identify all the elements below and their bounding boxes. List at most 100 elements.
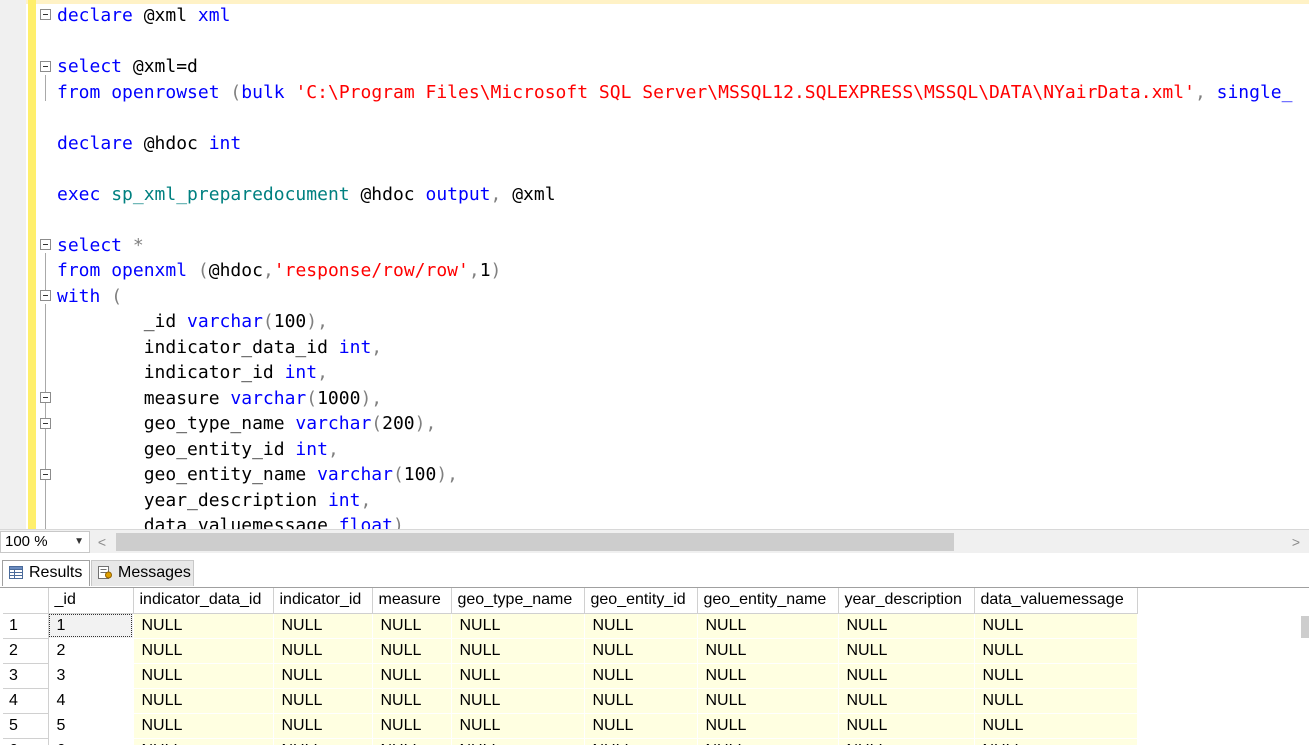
column-header[interactable]: _id	[48, 588, 134, 614]
grid-cell[interactable]: NULL	[451, 663, 585, 689]
grid-cell[interactable]: NULL	[584, 613, 698, 639]
chevron-down-icon[interactable]: ▼	[74, 532, 84, 552]
row-number[interactable]: 6	[3, 738, 49, 745]
code-line[interactable]: exec sp_xml_preparedocument @hdoc output…	[57, 182, 1292, 208]
code-line[interactable]: select @xml=d	[57, 54, 1292, 80]
collapse-toggle-icon[interactable]	[40, 418, 51, 429]
grid-cell[interactable]: NULL	[697, 738, 839, 745]
grid-cell[interactable]: 5	[48, 713, 134, 739]
column-header[interactable]: geo_entity_name	[697, 588, 839, 614]
column-header[interactable]: geo_entity_id	[584, 588, 698, 614]
code-line[interactable]	[57, 207, 1292, 233]
collapse-toggle-icon[interactable]	[40, 392, 51, 403]
collapse-toggle-icon[interactable]	[40, 9, 51, 20]
grid-cell[interactable]: NULL	[584, 638, 698, 664]
grid-cell[interactable]: NULL	[451, 613, 585, 639]
row-number[interactable]: 4	[3, 688, 49, 714]
tab-results[interactable]: Results	[2, 560, 90, 586]
column-header[interactable]: measure	[372, 588, 452, 614]
grid-cell[interactable]: NULL	[697, 688, 839, 714]
grid-cell[interactable]: NULL	[133, 638, 274, 664]
grid-cell[interactable]: NULL	[838, 738, 975, 745]
code-line[interactable]: declare @xml xml	[57, 3, 1292, 29]
query-editor[interactable]: declare @xml xml select @xml=d from openr…	[0, 0, 1309, 529]
grid-cell[interactable]: NULL	[372, 713, 452, 739]
grid-cell[interactable]: 3	[48, 663, 134, 689]
grid-cell[interactable]: NULL	[372, 688, 452, 714]
grid-cell[interactable]: 4	[48, 688, 134, 714]
results-grid[interactable]: _id indicator_data_id indicator_id measure g…	[0, 587, 1309, 745]
grid-cell[interactable]: NULL	[273, 688, 373, 714]
grid-cell[interactable]: 6	[48, 738, 134, 745]
table-row[interactable]: 5 5 NULL NULL NULL NULL NULL NULL NULL NULL	[3, 713, 1138, 739]
table-row[interactable]: 66NULLNULLNULLNULLNULLNULLNULLNULL	[3, 738, 1138, 745]
grid-cell[interactable]: NULL	[133, 688, 274, 714]
collapse-toggle-icon[interactable]	[40, 61, 51, 72]
column-header[interactable]: data_valuemessage	[974, 588, 1138, 614]
grid-cell[interactable]: NULL	[974, 738, 1138, 745]
row-number[interactable]: 5	[3, 713, 49, 739]
code-line[interactable]: _id varchar(100),	[57, 309, 1292, 335]
grid-cell[interactable]: NULL	[697, 713, 839, 739]
code-line[interactable]: with (	[57, 284, 1292, 310]
grid-cell[interactable]: NULL	[584, 738, 698, 745]
code-line[interactable]: indicator_data_id int,	[57, 335, 1292, 361]
grid-cell[interactable]: NULL	[133, 738, 274, 745]
column-header[interactable]: geo_type_name	[451, 588, 585, 614]
code-line[interactable]: indicator_id int,	[57, 360, 1292, 386]
sql-code[interactable]: declare @xml xml select @xml=d from openr…	[57, 3, 1292, 529]
code-line[interactable]: data_valuemessage float)	[57, 513, 1292, 529]
grid-cell[interactable]: NULL	[273, 713, 373, 739]
grid-cell[interactable]: NULL	[372, 663, 452, 689]
grid-cell[interactable]: NULL	[372, 638, 452, 664]
grid-cell[interactable]: NULL	[273, 613, 373, 639]
scroll-right-icon[interactable]: >	[1286, 532, 1306, 552]
grid-cell[interactable]: NULL	[697, 638, 839, 664]
code-line[interactable]: year_description int,	[57, 488, 1292, 514]
grid-cell[interactable]: NULL	[584, 713, 698, 739]
table-row[interactable]: 1 1 NULL NULL NULL NULL NULL NULL NULL NULL	[3, 613, 1138, 639]
grid-cell[interactable]: NULL	[133, 663, 274, 689]
row-number[interactable]: 1	[3, 613, 49, 639]
grid-cell[interactable]: NULL	[273, 738, 373, 745]
code-line[interactable]: geo_entity_id int,	[57, 437, 1292, 463]
collapse-toggle-icon[interactable]	[40, 290, 51, 301]
code-line[interactable]: declare @hdoc int	[57, 131, 1292, 157]
grid-cell[interactable]: NULL	[584, 663, 698, 689]
grid-cell[interactable]: NULL	[974, 663, 1138, 689]
code-line[interactable]	[57, 29, 1292, 55]
grid-cell[interactable]: NULL	[974, 638, 1138, 664]
grid-cell[interactable]: NULL	[273, 663, 373, 689]
vertical-scrollbar-thumb[interactable]	[1301, 616, 1309, 638]
grid-cell[interactable]: NULL	[451, 738, 585, 745]
code-line[interactable]: measure varchar(1000),	[57, 386, 1292, 412]
collapse-toggle-icon[interactable]	[40, 239, 51, 250]
column-header[interactable]: indicator_id	[273, 588, 373, 614]
grid-cell[interactable]: NULL	[697, 613, 839, 639]
grid-cell[interactable]: NULL	[372, 738, 452, 745]
grid-cell[interactable]: NULL	[838, 663, 975, 689]
grid-cell[interactable]: NULL	[451, 688, 585, 714]
grid-cell[interactable]: NULL	[372, 613, 452, 639]
grid-cell[interactable]: NULL	[451, 713, 585, 739]
code-line[interactable]: geo_entity_name varchar(100),	[57, 462, 1292, 488]
horizontal-scrollbar-thumb[interactable]	[116, 533, 954, 551]
grid-cell[interactable]: NULL	[584, 688, 698, 714]
table-row[interactable]: 4 4 NULL NULL NULL NULL NULL NULL NULL NULL	[3, 688, 1138, 714]
grid-cell[interactable]: NULL	[273, 638, 373, 664]
row-number[interactable]: 2	[3, 638, 49, 664]
column-header[interactable]: indicator_data_id	[133, 588, 274, 614]
code-line[interactable]	[57, 156, 1292, 182]
grid-cell[interactable]: NULL	[133, 613, 274, 639]
code-line[interactable]: from openrowset (bulk 'C:\Program Files\…	[57, 80, 1292, 106]
code-line[interactable]: geo_type_name varchar(200),	[57, 411, 1292, 437]
grid-cell[interactable]: NULL	[974, 713, 1138, 739]
collapse-toggle-icon[interactable]	[40, 469, 51, 480]
code-line[interactable]: select *	[57, 233, 1292, 259]
grid-cell[interactable]: NULL	[974, 688, 1138, 714]
zoom-dropdown[interactable]: 100 % ▼	[0, 531, 90, 553]
tab-messages[interactable]: Messages	[91, 560, 194, 586]
grid-cell[interactable]: 1	[48, 613, 134, 639]
grid-cell[interactable]: NULL	[838, 638, 975, 664]
column-header[interactable]: year_description	[838, 588, 975, 614]
